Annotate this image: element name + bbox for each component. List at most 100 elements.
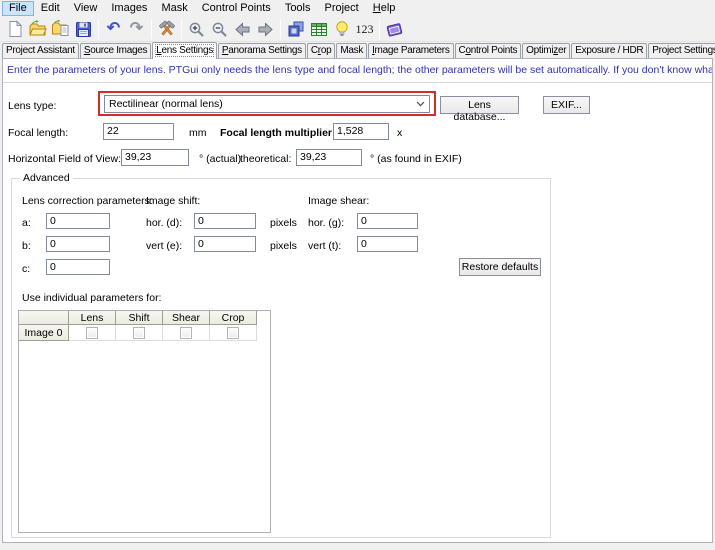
table-header-blank xyxy=(19,311,69,325)
cell-crop xyxy=(210,325,257,341)
lens-database-button[interactable]: Lens database... xyxy=(440,96,519,114)
cell-shift xyxy=(116,325,163,341)
save-floppy-icon xyxy=(75,21,92,38)
shift-hor-input[interactable]: 0 xyxy=(194,213,256,229)
param-b-input[interactable]: 0 xyxy=(46,236,110,252)
apply-template-button[interactable] xyxy=(49,18,72,40)
toolbar-separator xyxy=(181,20,182,39)
param-c-input[interactable]: 0 xyxy=(46,259,110,275)
focal-length-label: Focal length: xyxy=(8,127,68,139)
hammers-icon xyxy=(158,20,176,38)
save-project-button[interactable] xyxy=(72,18,95,40)
help-button[interactable] xyxy=(383,18,406,40)
open-folder-icon xyxy=(28,20,47,38)
zoom-in-icon xyxy=(188,21,205,38)
shear-vert-input[interactable]: 0 xyxy=(357,236,418,252)
tab-optimizer[interactable]: Optimizer xyxy=(522,43,570,58)
lens-type-select[interactable]: Rectilinear (normal lens) xyxy=(104,95,430,113)
multiplier-label: Focal length multiplier: xyxy=(220,127,336,139)
info-text: Enter the parameters of your lens. PTGui… xyxy=(3,59,712,83)
lens-correction-label: Lens correction parameters: xyxy=(22,195,153,207)
checkbox-lens-image0[interactable] xyxy=(86,327,98,339)
tab-image-parameters[interactable]: Image Parameters xyxy=(368,43,453,58)
light-bulb-icon xyxy=(334,20,350,38)
open-project-button[interactable] xyxy=(26,18,49,40)
lens-type-label: Lens type: xyxy=(8,100,56,112)
checkbox-shift-image0[interactable] xyxy=(133,327,145,339)
image-shear-label: Image shear: xyxy=(308,195,369,207)
arrow-right-icon xyxy=(257,22,274,37)
table-header-row: Lens Shift Shear Crop xyxy=(19,311,257,325)
menu-tools[interactable]: Tools xyxy=(278,1,318,16)
image-table-button[interactable] xyxy=(307,18,330,40)
menu-view[interactable]: View xyxy=(67,1,105,16)
table-header-shift: Shift xyxy=(116,311,163,325)
image-shift-label: Image shift: xyxy=(146,195,200,207)
individual-params-table: Lens Shift Shear Crop Image 0 xyxy=(19,311,257,341)
tab-control-points[interactable]: Control Points xyxy=(455,43,522,58)
zoom-in-button[interactable] xyxy=(185,18,208,40)
redo-button[interactable]: ↷ xyxy=(125,18,148,40)
redo-icon: ↷ xyxy=(130,21,143,37)
shift-vert-label: vert (e): xyxy=(146,240,182,252)
tab-exposure-hdr[interactable]: Exposure / HDR xyxy=(571,43,647,58)
detail-viewer-button[interactable] xyxy=(330,18,353,40)
tab-project-settings[interactable]: Project Settings xyxy=(648,43,715,58)
param-b-label: b: xyxy=(22,240,31,252)
cell-lens xyxy=(69,325,116,341)
numbers-display-button[interactable]: 123 xyxy=(353,18,376,40)
focal-length-unit: mm xyxy=(189,127,207,139)
source-images-button[interactable] xyxy=(284,18,307,40)
menu-help[interactable]: Help xyxy=(366,1,403,16)
table-header-lens: Lens xyxy=(69,311,116,325)
toolbar-separator xyxy=(379,20,380,39)
previous-image-button[interactable] xyxy=(231,18,254,40)
hfov-input[interactable]: 39,23 xyxy=(121,149,189,166)
theoretical-input[interactable]: 39,23 xyxy=(296,149,362,166)
restore-defaults-button[interactable]: Restore defaults xyxy=(459,258,541,276)
shift-vert-input[interactable]: 0 xyxy=(194,236,256,252)
menu-images[interactable]: Images xyxy=(104,1,154,16)
checkbox-crop-image0[interactable] xyxy=(227,327,239,339)
shift-hor-unit: pixels xyxy=(270,217,297,229)
multiplier-input[interactable]: 1,528 xyxy=(333,123,389,140)
exif-button[interactable]: EXIF... xyxy=(543,96,590,114)
menu-file[interactable]: File xyxy=(2,1,34,16)
tab-source-images[interactable]: Source Images xyxy=(80,43,151,58)
advanced-title: Advanced xyxy=(20,172,73,184)
undo-button[interactable]: ↶ xyxy=(102,18,125,40)
tools-button[interactable] xyxy=(155,18,178,40)
menu-control-points[interactable]: Control Points xyxy=(195,1,278,16)
image-parameter-list: Lens Shift Shear Crop Image 0 xyxy=(18,310,271,533)
shift-hor-label: hor. (d): xyxy=(146,217,182,229)
menu-project[interactable]: Project xyxy=(318,1,366,16)
shear-vert-label: vert (t): xyxy=(308,240,341,252)
new-project-button[interactable] xyxy=(3,18,26,40)
next-image-button[interactable] xyxy=(254,18,277,40)
numbers-label: 123 xyxy=(353,22,377,37)
toolbar-separator xyxy=(98,20,99,39)
menu-bar: File Edit View Images Mask Control Point… xyxy=(0,0,715,17)
tab-panorama-settings[interactable]: Panorama Settings xyxy=(218,43,306,58)
param-a-input[interactable]: 0 xyxy=(46,213,110,229)
theoretical-label: theoretical: xyxy=(240,153,291,165)
shear-hor-label: hor. (g): xyxy=(308,217,344,229)
tab-lens-settings[interactable]: Lens Settings xyxy=(152,42,217,59)
zoom-out-button[interactable] xyxy=(208,18,231,40)
lens-settings-panel: Enter the parameters of your lens. PTGui… xyxy=(2,58,713,543)
shear-hor-input[interactable]: 0 xyxy=(357,213,418,229)
zoom-out-icon xyxy=(211,21,228,38)
focal-length-input[interactable]: 22 xyxy=(103,123,174,140)
tab-mask[interactable]: Mask xyxy=(336,43,367,58)
tab-crop[interactable]: Crop xyxy=(307,43,335,58)
individual-params-label: Use individual parameters for: xyxy=(22,292,161,304)
menu-edit[interactable]: Edit xyxy=(34,1,67,16)
layers-icon xyxy=(287,20,305,38)
folder-page-icon xyxy=(51,20,70,38)
menu-mask[interactable]: Mask xyxy=(154,1,194,16)
tab-project-assistant[interactable]: Project Assistant xyxy=(2,43,79,58)
cell-shear xyxy=(163,325,210,341)
row-label-image0: Image 0 xyxy=(19,325,69,341)
checkbox-shear-image0[interactable] xyxy=(180,327,192,339)
undo-icon: ↶ xyxy=(107,21,120,37)
